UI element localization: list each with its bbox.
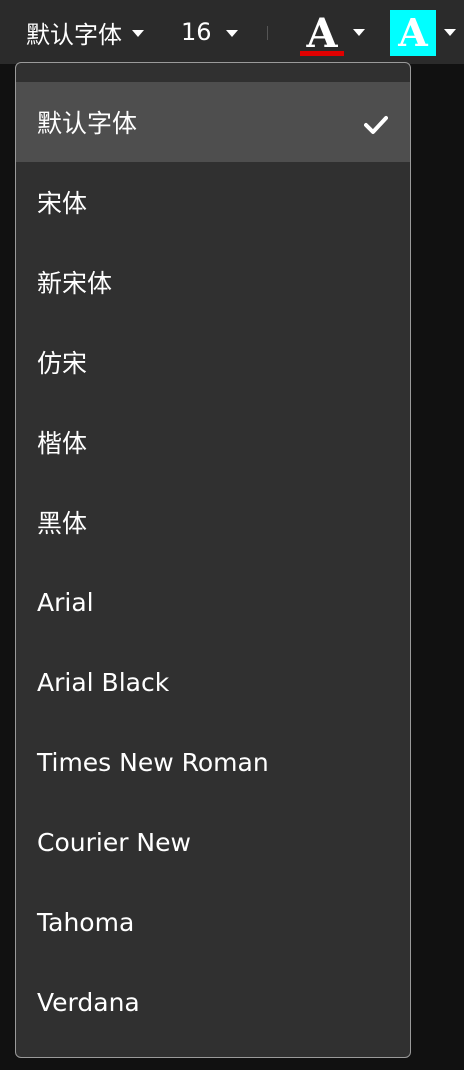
font-option[interactable]: Arial Black — [16, 642, 410, 722]
chevron-down-icon — [132, 29, 144, 37]
chevron-down-icon — [444, 28, 456, 36]
font-option-label: 黑体 — [37, 509, 88, 538]
font-option-label: Times New Roman — [37, 747, 269, 777]
font-family-value: 默认字体 — [26, 20, 122, 49]
font-family-menu: 默认字体宋体新宋体仿宋楷体黑体 Arial Arial Black Times New… — [15, 62, 411, 1058]
text-color-icon: A — [300, 4, 344, 60]
editor-toolbar: 默认字体 16 A A — [0, 0, 464, 64]
font-option[interactable]: 黑体 — [16, 482, 410, 562]
highlight-color-letter: A — [398, 10, 428, 55]
font-option[interactable]: Verdana — [16, 962, 410, 1042]
font-option-label: Tahoma — [37, 907, 135, 937]
chevron-down-icon — [225, 29, 238, 37]
chevron-down-icon — [353, 28, 365, 36]
font-family-dropdown[interactable]: 默认字体 — [26, 0, 144, 64]
font-option-label: Arial Black — [37, 667, 170, 697]
font-size-value: 16 — [181, 18, 212, 46]
font-size-dropdown[interactable]: 16 — [181, 0, 238, 64]
font-option[interactable]: Times New Roman — [16, 722, 410, 802]
font-option-label: Arial — [37, 587, 94, 617]
font-option-label: Verdana — [37, 987, 140, 1017]
font-option[interactable]: 仿宋 — [16, 322, 410, 402]
font-option-label: 楷体 — [37, 429, 88, 458]
font-option-label: 新宋体 — [37, 269, 113, 298]
font-option[interactable]: 宋体 — [16, 162, 410, 242]
font-family-menu-list: 默认字体宋体新宋体仿宋楷体黑体 Arial Arial Black Times New… — [16, 82, 410, 1042]
font-option-label: 默认字体 — [37, 109, 138, 138]
toolbar-separator — [267, 26, 268, 40]
font-option[interactable]: 新宋体 — [16, 242, 410, 322]
text-color-letter: A — [306, 10, 338, 57]
text-color-button[interactable]: A — [300, 0, 365, 64]
highlight-color-button[interactable]: A — [390, 0, 456, 64]
font-option[interactable]: 默认字体 — [16, 82, 410, 162]
font-option-label: 仿宋 — [37, 349, 88, 378]
font-option[interactable]: Tahoma — [16, 882, 410, 962]
font-option[interactable]: Arial — [16, 562, 410, 642]
highlight-color-icon: A — [390, 10, 436, 56]
font-option[interactable]: Courier New — [16, 802, 410, 882]
check-icon — [364, 112, 388, 134]
font-option-label: 宋体 — [37, 189, 88, 218]
text-color-swatch — [300, 51, 344, 56]
font-option-label: Courier New — [37, 827, 191, 857]
font-option[interactable]: 楷体 — [16, 402, 410, 482]
